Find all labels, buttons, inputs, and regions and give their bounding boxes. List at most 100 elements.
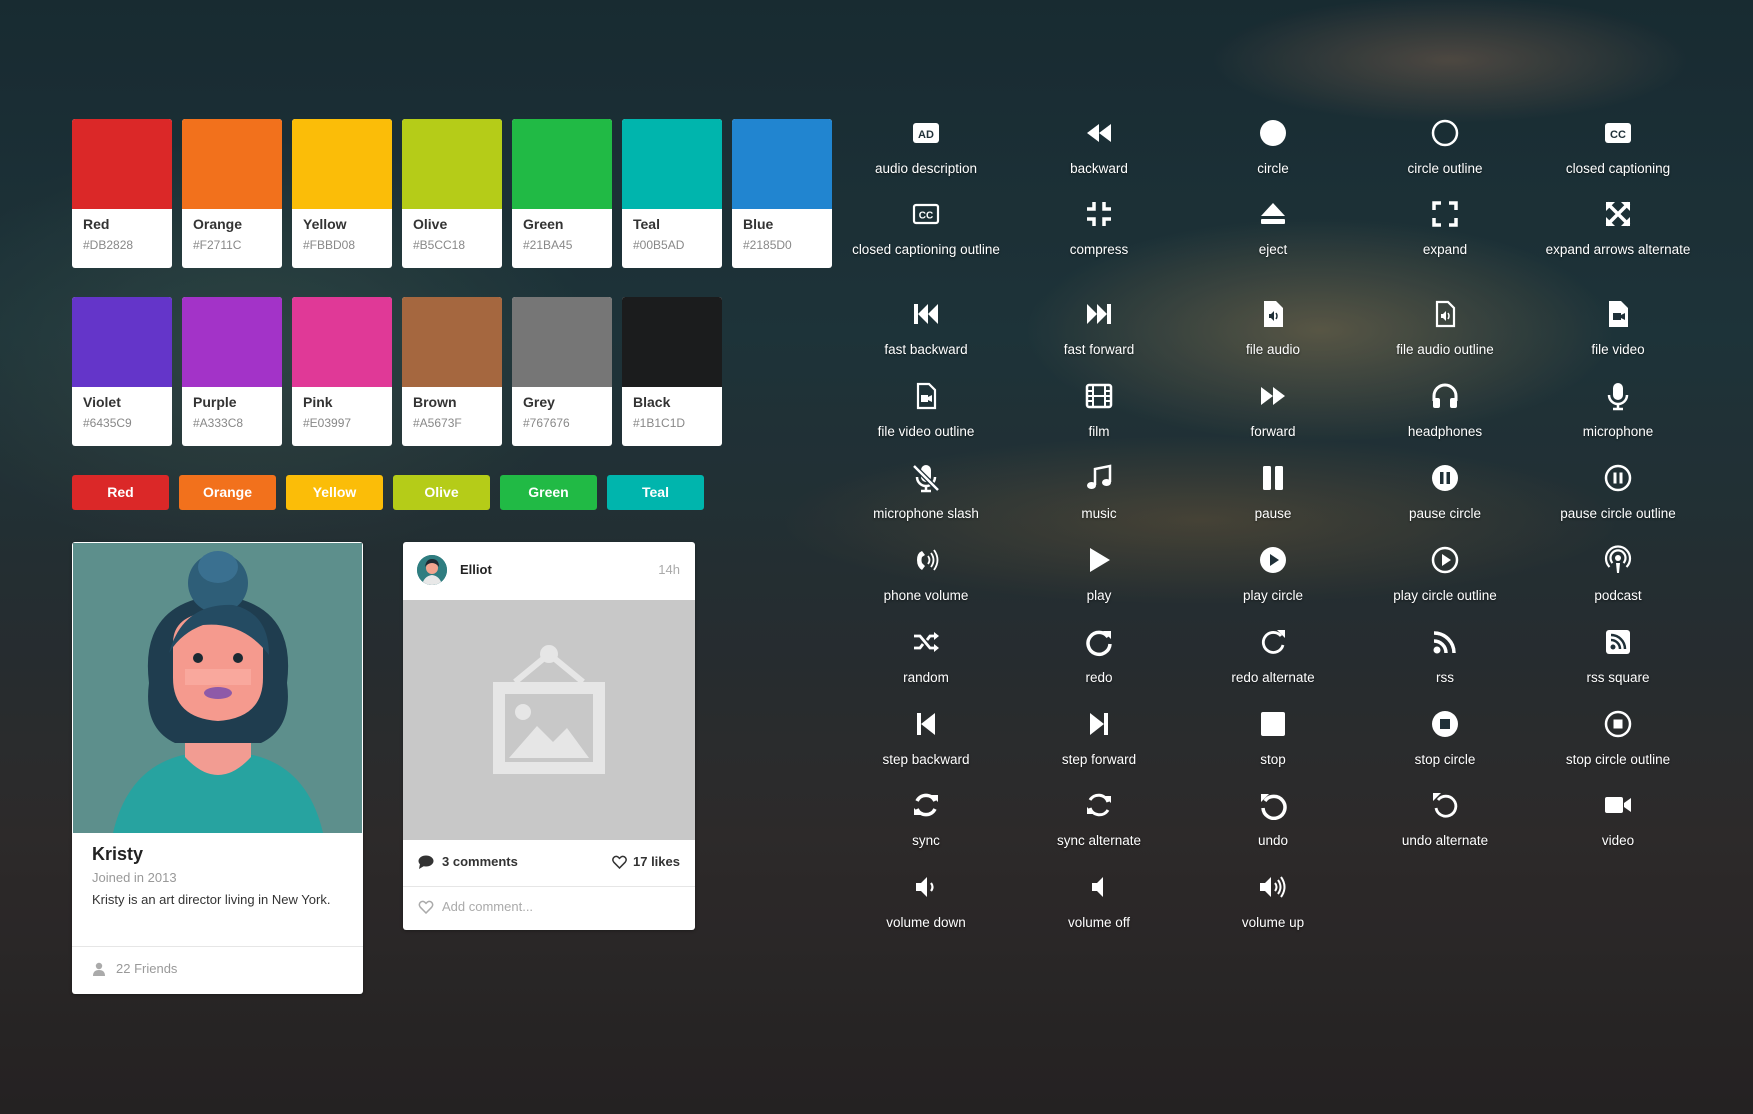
icon-item-stop[interactable]: stop [1187, 709, 1359, 769]
svg-text:CC: CC [1610, 129, 1626, 141]
heart-outline-icon[interactable] [418, 900, 434, 914]
icon-item-audio-description[interactable]: AD audio description [840, 118, 1012, 178]
icon-label: music [1081, 506, 1117, 521]
icon-label: undo [1257, 833, 1289, 848]
file-audio-icon [1264, 301, 1283, 327]
icon-item-volume-off[interactable]: volume off [1013, 872, 1185, 932]
icon-item-sync[interactable]: sync [840, 790, 1012, 850]
step-backward-icon [917, 713, 935, 735]
podcast-icon [1604, 545, 1632, 573]
icon-item-rss-square[interactable]: rss square [1532, 627, 1704, 687]
redo-icon [1086, 630, 1112, 657]
icon-item-music[interactable]: music [1013, 463, 1185, 523]
icon-item-volume-up[interactable]: volume up [1187, 872, 1359, 932]
icon-item-video[interactable]: video [1532, 790, 1704, 850]
icon-item-play[interactable]: play [1013, 545, 1185, 605]
backward-icon [1087, 124, 1111, 142]
icon-label: headphones [1407, 424, 1483, 439]
icon-item-rss[interactable]: rss [1359, 627, 1531, 687]
icon-item-pause-circle[interactable]: pause circle [1359, 463, 1531, 523]
icon-item-fast-backward[interactable]: fast backward [840, 299, 1012, 359]
profile-card[interactable]: Kristy Joined in 2013 Kristy is an art d… [72, 542, 363, 994]
icon-item-forward[interactable]: forward [1187, 381, 1359, 441]
green-button[interactable]: Green [500, 475, 597, 510]
swatch-color-chip [292, 119, 392, 209]
icon-item-redo-alternate[interactable]: redo alternate [1187, 627, 1359, 687]
icon-item-random[interactable]: random [840, 627, 1012, 687]
closed-captioning-outline-icon: CC [912, 203, 940, 225]
icon-item-microphone[interactable]: microphone [1532, 381, 1704, 441]
icon-item-podcast[interactable]: podcast [1532, 545, 1704, 605]
color-swatch-brown: Brown #A5673F [402, 297, 502, 446]
closed-captioning-icon: CC [1605, 123, 1631, 143]
icon-item-undo[interactable]: undo [1187, 790, 1359, 850]
icon-item-expand-arrows-alternate[interactable]: expand arrows alternate [1532, 199, 1704, 259]
icon-item-microphone-slash[interactable]: microphone slash [840, 463, 1012, 523]
color-swatch-grey: Grey #767676 [512, 297, 612, 446]
icon-label: audio description [874, 161, 978, 176]
icon-item-stop-circle[interactable]: stop circle [1359, 709, 1531, 769]
icon-item-phone-volume[interactable]: phone volume [840, 545, 1012, 605]
icon-item-undo-alternate[interactable]: undo alternate [1359, 790, 1531, 850]
icon-item-circle-outline[interactable]: circle outline [1359, 118, 1531, 178]
step-forward-icon [1090, 713, 1108, 735]
teal-button[interactable]: Teal [607, 475, 704, 510]
icon-item-pause[interactable]: pause [1187, 463, 1359, 523]
icon-label: play circle [1242, 588, 1304, 603]
swatch-name: Violet [83, 394, 121, 410]
icon-item-file-audio-outline[interactable]: file audio outline [1359, 299, 1531, 359]
icon-item-stop-circle-outline[interactable]: stop circle outline [1532, 709, 1704, 769]
icon-item-file-audio[interactable]: file audio [1187, 299, 1359, 359]
icon-item-closed-captioning[interactable]: CC closed captioning [1532, 118, 1704, 178]
icon-label: expand [1422, 242, 1468, 257]
icon-label: video [1601, 833, 1635, 848]
olive-button[interactable]: Olive [393, 475, 490, 510]
icon-item-closed-captioning-outline[interactable]: CC closed captioning outline [840, 199, 1012, 259]
add-comment-input[interactable] [442, 899, 682, 914]
icon-item-file-video[interactable]: file video [1532, 299, 1704, 359]
post-author-avatar[interactable] [417, 555, 447, 585]
profile-friends-link[interactable]: 22 Friends [92, 961, 177, 976]
icon-item-headphones[interactable]: headphones [1359, 381, 1531, 441]
file-video-icon [1609, 301, 1628, 327]
icon-item-pause-circle-outline[interactable]: pause circle outline [1532, 463, 1704, 523]
file-audio-outline-icon [1435, 300, 1456, 328]
icon-item-sync-alternate[interactable]: sync alternate [1013, 790, 1185, 850]
icon-label: random [903, 670, 949, 685]
icon-label: eject [1258, 242, 1288, 257]
icon-label: pause circle outline [1560, 506, 1676, 521]
swatch-hex: #FBBD08 [303, 238, 356, 252]
icon-label: stop circle outline [1565, 752, 1671, 767]
icon-item-compress[interactable]: compress [1013, 199, 1185, 259]
post-comments-link[interactable]: 3 comments [418, 854, 518, 869]
icon-label: pause [1254, 506, 1292, 521]
icon-label: redo alternate [1231, 670, 1315, 685]
icon-item-file-video-outline[interactable]: file video outline [840, 381, 1012, 441]
swatch-color-chip [72, 119, 172, 209]
icon-label: sync alternate [1056, 833, 1142, 848]
icon-item-redo[interactable]: redo [1013, 627, 1185, 687]
icon-item-volume-down[interactable]: volume down [840, 872, 1012, 932]
swatch-name: Yellow [303, 216, 347, 232]
icon-item-backward[interactable]: backward [1013, 118, 1185, 178]
swatch-hex: #767676 [523, 416, 570, 430]
swatch-color-chip [292, 297, 392, 387]
icon-label: volume up [1241, 915, 1305, 930]
icon-item-play-circle[interactable]: play circle [1187, 545, 1359, 605]
icon-item-circle[interactable]: circle [1187, 118, 1359, 178]
icon-item-play-circle-outline[interactable]: play circle outline [1359, 545, 1531, 605]
red-button[interactable]: Red [72, 475, 169, 510]
icon-item-eject[interactable]: eject [1187, 199, 1359, 259]
icon-item-step-forward[interactable]: step forward [1013, 709, 1185, 769]
icon-item-fast-forward[interactable]: fast forward [1013, 299, 1185, 359]
yellow-button[interactable]: Yellow [286, 475, 383, 510]
post-author-name[interactable]: Elliot [460, 562, 492, 577]
color-swatch-red: Red #DB2828 [72, 119, 172, 268]
sync-alternate-icon [1087, 793, 1111, 817]
post-likes-link[interactable]: 17 likes [612, 854, 680, 869]
video-icon [1605, 797, 1631, 813]
orange-button[interactable]: Orange [179, 475, 276, 510]
icon-item-step-backward[interactable]: step backward [840, 709, 1012, 769]
icon-item-expand[interactable]: expand [1359, 199, 1531, 259]
icon-item-film[interactable]: film [1013, 381, 1185, 441]
